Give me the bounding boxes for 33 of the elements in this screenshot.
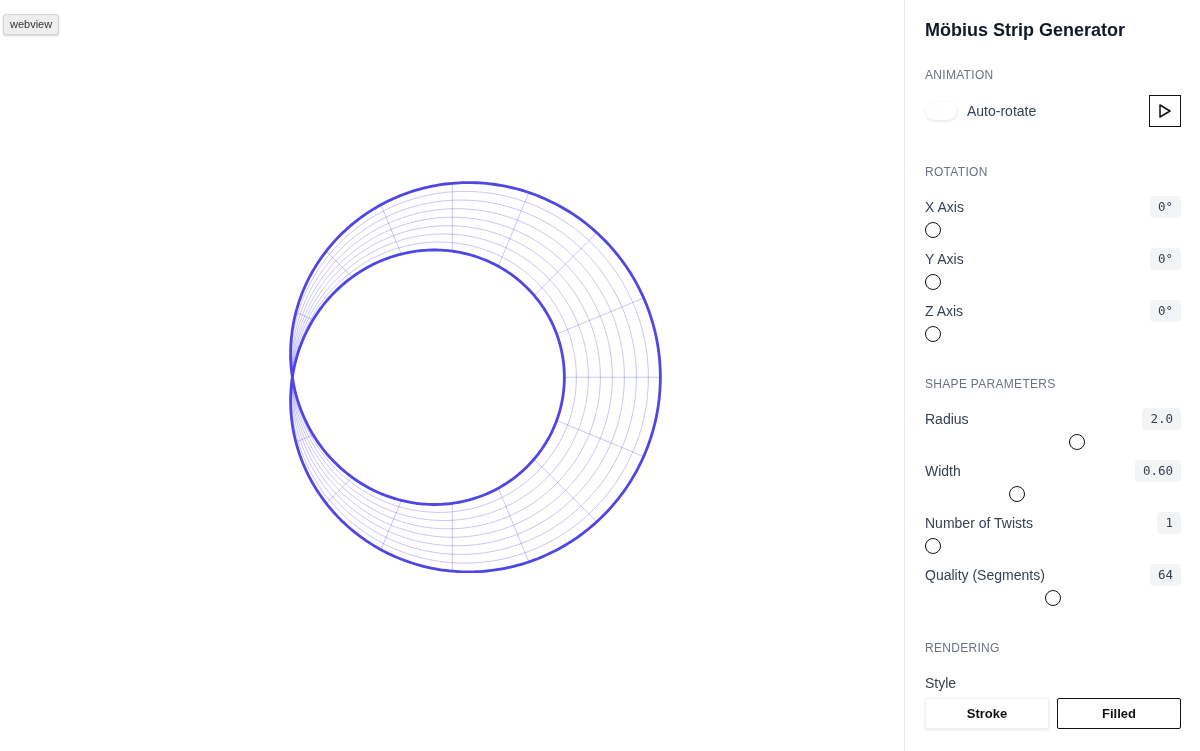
value-readout: 2.0 [1142,408,1181,430]
play-icon [1159,104,1171,118]
slider-label: Y Axis [925,250,964,269]
toggle-label: Auto-rotate [967,102,1038,121]
slider-thumb[interactable] [1009,486,1025,502]
slider-label: Quality (Segments) [925,566,1045,585]
slider-label: Number of Twists [925,514,1033,533]
style-option[interactable]: Stroke [925,698,1049,729]
slider-label: Width [925,462,961,481]
slider-thumb[interactable] [1069,434,1085,450]
section-heading: ROTATION [925,164,989,180]
webview-tag: webview [3,14,60,35]
style-label: Style [925,674,958,693]
value-readout: 1 [1157,512,1181,534]
value-readout: 64 [1149,564,1181,586]
value-readout: 0° [1149,196,1181,218]
panel-title: Möbius Strip Generator [925,19,1127,41]
value-readout: 0° [1149,300,1181,322]
slider-thumb[interactable] [925,538,941,554]
slider-thumb[interactable] [925,326,941,342]
section-heading: RENDERING [925,640,1001,656]
section-heading: SHAPE PARAMETERS [925,376,1057,392]
slider-thumb[interactable] [925,222,941,238]
play-button[interactable] [1149,95,1181,127]
slider-label: X Axis [925,198,964,217]
style-option[interactable]: Filled [1057,698,1181,729]
slider-thumb[interactable] [1045,590,1061,606]
slider-label: Radius [925,410,969,429]
value-readout: 0° [1149,248,1181,270]
slider-thumb[interactable] [925,274,941,290]
section-heading: ANIMATION [925,67,995,83]
slider-label: Z Axis [925,302,964,321]
value-readout: 0.60 [1134,460,1181,482]
